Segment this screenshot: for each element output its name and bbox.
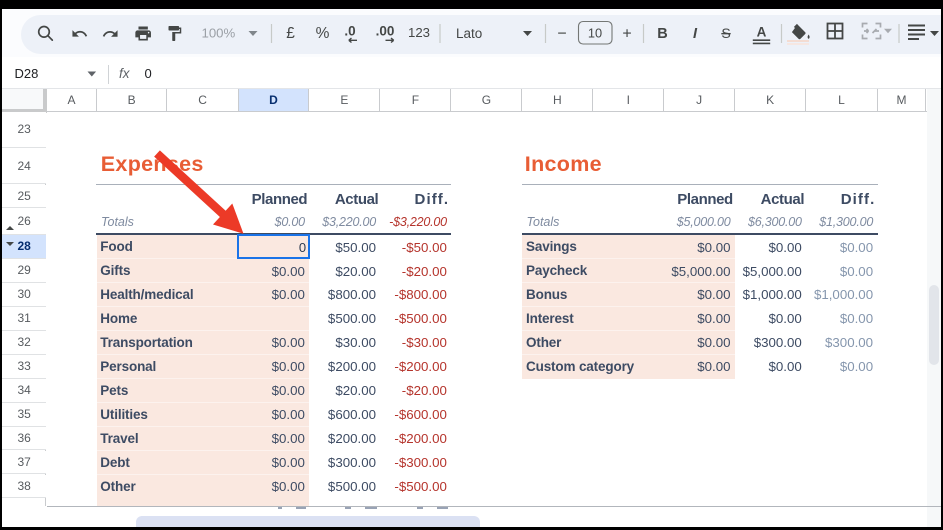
svg-text:£: £ bbox=[286, 25, 295, 42]
svg-text:.0: .0 bbox=[344, 24, 355, 39]
svg-text:10: 10 bbox=[588, 26, 602, 41]
svg-text:Lato: Lato bbox=[456, 26, 482, 41]
svg-text:%: % bbox=[316, 25, 330, 42]
svg-text:−: − bbox=[557, 26, 566, 43]
svg-text:.00: .00 bbox=[376, 24, 395, 39]
svg-text:123: 123 bbox=[408, 25, 430, 40]
svg-text:A: A bbox=[757, 25, 767, 40]
svg-text:100%: 100% bbox=[202, 26, 236, 41]
svg-text:I: I bbox=[693, 26, 698, 42]
svg-text:B: B bbox=[657, 26, 667, 42]
svg-text:+: + bbox=[622, 26, 631, 43]
svg-text:S: S bbox=[721, 25, 730, 41]
